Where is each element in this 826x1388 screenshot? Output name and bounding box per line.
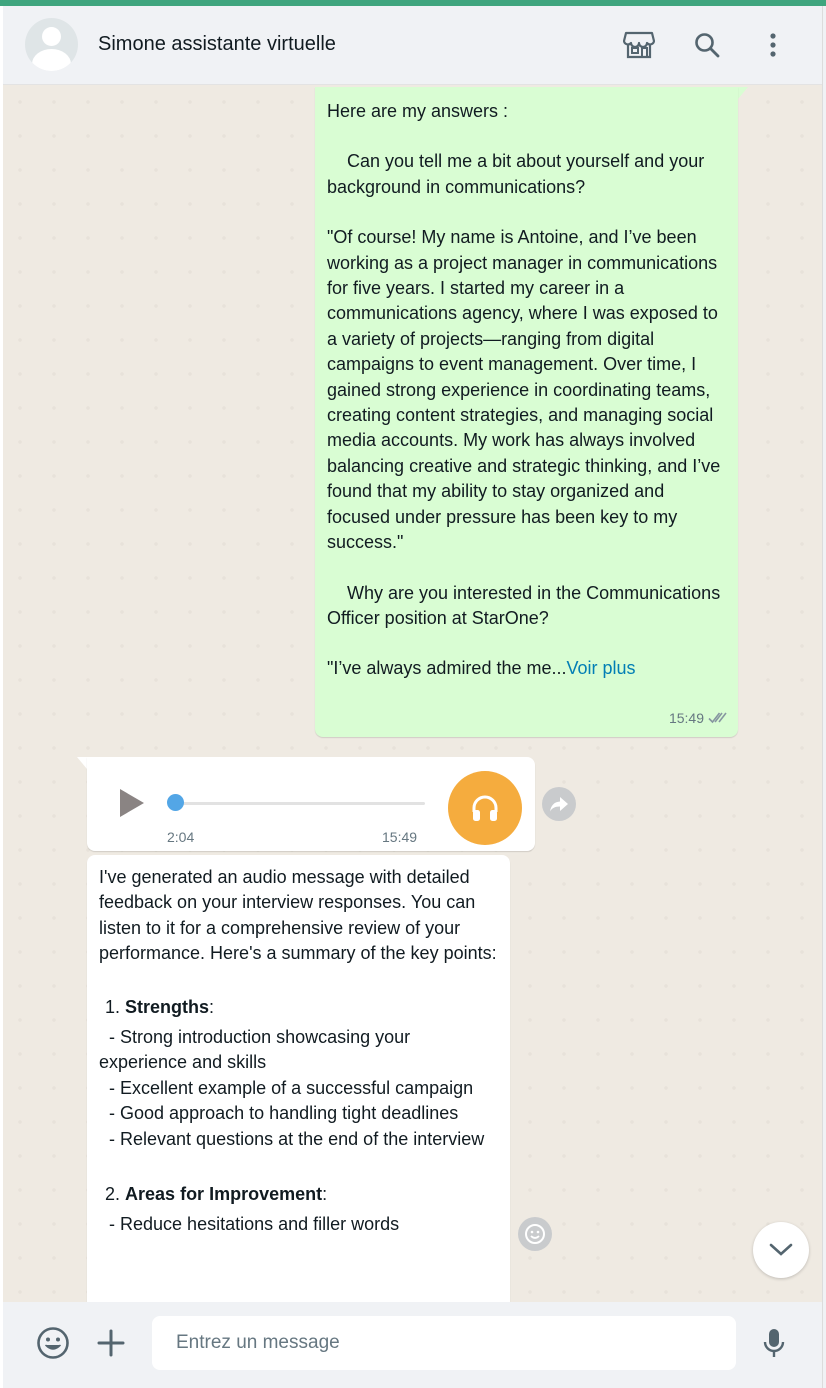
- bullet-item: - Reduce hesitations and filler words: [99, 1214, 400, 1235]
- attach-plus-icon[interactable]: [92, 1324, 130, 1362]
- bullet-item: - Strong introduction showcasing your ex…: [99, 1027, 416, 1073]
- emoji-reaction-icon[interactable]: [518, 1217, 552, 1251]
- feedback-sections: 1. Strengths: - Strong introduction show…: [99, 995, 498, 1238]
- incoming-intro-text: I've generated an audio message with det…: [99, 867, 497, 964]
- section-bullets: - Reduce hesitations and filler words: [99, 1212, 498, 1237]
- section-colon: :: [209, 996, 215, 1017]
- outgoing-paragraph: Why are you interested in the Communicat…: [327, 582, 726, 628]
- outgoing-last-line: "I’ve always admired the me...: [327, 658, 567, 679]
- section-heading: 1. Strengths:: [99, 995, 498, 1020]
- double-check-icon: [708, 712, 727, 724]
- section-colon: :: [322, 1184, 328, 1205]
- play-icon[interactable]: [117, 787, 147, 819]
- outgoing-bubble-tail: [738, 87, 748, 99]
- chat-header: Simone assistante virtuelle: [3, 6, 822, 85]
- audio-progress-track[interactable]: [175, 802, 425, 805]
- bullet-item: - Excellent example of a successful camp…: [99, 1077, 474, 1098]
- section-bullets: - Strong introduction showcasing your ex…: [99, 1025, 498, 1152]
- read-more-link[interactable]: Voir plus: [566, 658, 635, 678]
- outgoing-truncated-line: "I’ve always admired the me...Voir plus: [327, 656, 726, 681]
- message-list[interactable]: Here are my answers : Can you tell me a …: [3, 85, 822, 1302]
- microphone-icon[interactable]: [755, 1324, 793, 1362]
- section-number: 2.: [105, 1184, 121, 1205]
- more-vert-icon[interactable]: [756, 28, 790, 62]
- feedback-section: 2. Areas for Improvement: - Reduce hesit…: [99, 1182, 498, 1238]
- bullet-item: - Good approach to handling tight deadli…: [99, 1103, 459, 1124]
- incoming-message-bubble[interactable]: I've generated an audio message with det…: [87, 855, 510, 1302]
- bullet-item: - Relevant questions at the end of the i…: [99, 1128, 485, 1149]
- outgoing-time: 15:49: [668, 709, 704, 726]
- section-number: 1.: [105, 996, 121, 1017]
- outgoing-meta: 15:49: [669, 706, 728, 731]
- section-heading: 2. Areas for Improvement:: [99, 1182, 498, 1207]
- outgoing-paragraph: Here are my answers :: [327, 101, 509, 121]
- search-icon[interactable]: [690, 28, 724, 62]
- feedback-section: 1. Strengths: - Strong introduction show…: [99, 995, 498, 1152]
- avatar-head-shape: [42, 27, 61, 46]
- emoji-icon[interactable]: [34, 1324, 72, 1362]
- outgoing-message-text: Here are my answers : Can you tell me a …: [327, 99, 726, 682]
- contact-name[interactable]: Simone assistante virtuelle: [98, 33, 336, 56]
- avatar-shoulders-shape: [32, 49, 71, 71]
- forward-icon[interactable]: [542, 787, 576, 821]
- section-title: Areas for Improvement: [125, 1184, 323, 1205]
- window-edge: [822, 6, 826, 1388]
- chevron-down-icon: [769, 1243, 793, 1256]
- outgoing-message-bubble[interactable]: Here are my answers : Can you tell me a …: [315, 87, 738, 737]
- outgoing-paragraph: Can you tell me a bit about yourself and…: [327, 151, 710, 197]
- message-input[interactable]: [152, 1316, 736, 1370]
- voice-message-bubble: 2:04 15:49: [87, 757, 535, 851]
- audio-duration: 2:04: [167, 829, 195, 845]
- message-composer: [3, 1302, 822, 1388]
- section-title: Strengths: [125, 996, 210, 1017]
- contact-avatar[interactable]: [25, 18, 78, 71]
- incoming-bubble-tail: [77, 757, 87, 769]
- headphones-icon: [448, 771, 522, 845]
- audio-message-time: 15:49: [382, 829, 418, 845]
- outgoing-paragraph: "Of course! My name is Antoine, and I’ve…: [327, 227, 726, 553]
- scroll-to-bottom-button[interactable]: [753, 1222, 809, 1278]
- store-icon[interactable]: [622, 28, 656, 62]
- audio-seek-handle[interactable]: [167, 794, 184, 811]
